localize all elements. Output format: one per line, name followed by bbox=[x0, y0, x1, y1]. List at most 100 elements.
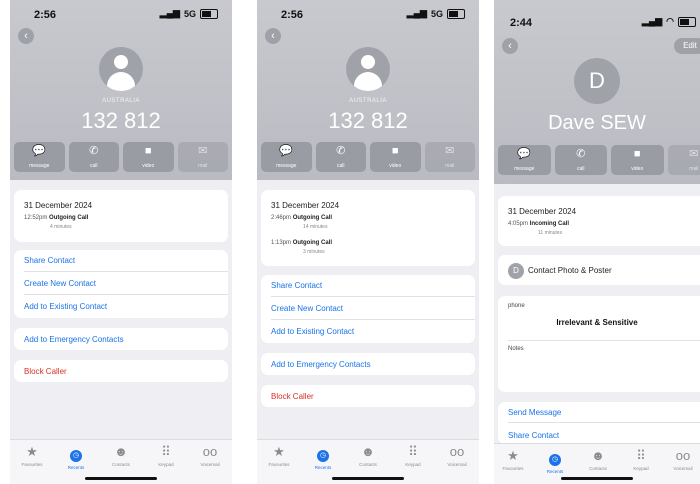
contact-header: 2:56 ▂▄▆ 5G ‹ AUSTRALIA 132 812 💬 message… bbox=[257, 0, 479, 180]
battery-icon bbox=[678, 16, 696, 27]
call-date: 31 December 2024 bbox=[271, 201, 340, 210]
tab-favourites[interactable]: ★ Favourites bbox=[15, 444, 49, 467]
block-card: Block Caller bbox=[14, 360, 228, 382]
tab-keypad[interactable]: ⠿ Keypad bbox=[149, 444, 183, 467]
message-button[interactable]: 💬 message bbox=[261, 142, 312, 172]
tab-keypad[interactable]: ⠿ Keypad bbox=[624, 448, 658, 471]
create-new-contact-button[interactable]: Create New Contact bbox=[24, 279, 222, 288]
emergency-card: Add to Emergency Contacts bbox=[14, 328, 228, 350]
star-icon: ★ bbox=[507, 448, 519, 463]
divider bbox=[508, 422, 700, 423]
block-caller-button[interactable]: Block Caller bbox=[271, 392, 469, 401]
add-to-existing-contact-button[interactable]: Add to Existing Contact bbox=[24, 302, 222, 311]
contact-header: 2:56 ▂▄▆ 5G ‹ AUSTRALIA 132 812 💬 message… bbox=[10, 0, 232, 180]
call-duration: 4 minutes bbox=[50, 224, 72, 230]
tab-voicemail[interactable]: oo Voicemail bbox=[666, 448, 700, 471]
send-message-button[interactable]: Send Message bbox=[508, 408, 700, 417]
create-new-contact-button[interactable]: Create New Contact bbox=[271, 304, 469, 313]
video-icon: ■ bbox=[633, 148, 641, 160]
status-bar-right: ▂▄▆ 5G bbox=[160, 8, 218, 19]
tab-contacts[interactable]: ☻ Contacts bbox=[581, 448, 615, 471]
call-history-card: 31 December 2024 2:46pm Outgoing Call 14… bbox=[261, 190, 475, 266]
notes-label: Notes bbox=[508, 346, 524, 352]
back-button[interactable]: ‹ bbox=[502, 38, 518, 54]
add-to-emergency-contacts-button[interactable]: Add to Emergency Contacts bbox=[271, 360, 469, 369]
contact-photo-poster-card[interactable]: D Contact Photo & Poster bbox=[498, 255, 700, 285]
divider bbox=[508, 340, 700, 341]
video-button[interactable]: ■ video bbox=[611, 145, 664, 175]
tab-contacts[interactable]: ☻ Contacts bbox=[104, 444, 138, 467]
emergency-card: Add to Emergency Contacts bbox=[261, 353, 475, 375]
contact-photo-poster-button[interactable]: D Contact Photo & Poster bbox=[508, 263, 700, 279]
divider bbox=[271, 296, 475, 297]
signal-icon: ▂▄▆ bbox=[406, 8, 427, 18]
edit-button[interactable]: Edit bbox=[674, 38, 700, 54]
video-icon: ■ bbox=[391, 145, 399, 157]
network-type: 5G bbox=[183, 8, 196, 19]
caller-number: 132 812 bbox=[81, 108, 161, 133]
contact-actions: 💬 message ✆ call ■ video ✉ mail bbox=[261, 142, 475, 172]
divider bbox=[24, 271, 228, 272]
divider bbox=[24, 294, 228, 295]
contact-options-card: Share Contact Create New Contact Add to … bbox=[261, 275, 475, 343]
clock-icon: ◷ bbox=[317, 450, 329, 462]
tab-bar: ★ Favourites ◷ Recents ☻ Contacts ⠿ Keypad o… bbox=[494, 443, 700, 484]
call-button[interactable]: ✆ call bbox=[68, 142, 119, 172]
contact-detail-screen: 2:44 ▂▄▆ ◠ ‹ Edit D Dave SEW 💬 message ✆ c… bbox=[494, 0, 700, 484]
avatar: D bbox=[508, 263, 524, 279]
share-contact-button[interactable]: Share Contact bbox=[24, 256, 222, 265]
caller-country: AUSTRALIA bbox=[349, 98, 387, 104]
chevron-left-icon: ‹ bbox=[508, 40, 512, 52]
tab-favourites[interactable]: ★ Favourites bbox=[496, 448, 530, 471]
back-button[interactable]: ‹ bbox=[265, 28, 281, 44]
status-time: 2:44 bbox=[510, 17, 533, 29]
divider bbox=[271, 319, 475, 320]
call-entry: 1:13pm Outgoing Call bbox=[271, 240, 333, 246]
chevron-left-icon: ‹ bbox=[24, 30, 28, 42]
add-to-existing-contact-button[interactable]: Add to Existing Contact bbox=[271, 327, 469, 336]
message-button[interactable]: 💬 message bbox=[14, 142, 65, 172]
signal-icon: ▂▄▆ bbox=[641, 16, 663, 26]
block-caller-button[interactable]: Block Caller bbox=[24, 367, 222, 376]
avatar: D bbox=[574, 58, 620, 104]
mail-icon: ✉ bbox=[198, 145, 208, 157]
share-contact-button[interactable]: Share Contact bbox=[508, 431, 700, 440]
tab-recents[interactable]: ◷ Recents bbox=[59, 444, 93, 470]
recents-detail-screen-1: 2:56 ▂▄▆ 5G ‹ AUSTRALIA 132 812 💬 message… bbox=[10, 0, 232, 484]
tab-voicemail[interactable]: oo Voicemail bbox=[193, 444, 227, 467]
back-button[interactable]: ‹ bbox=[18, 28, 34, 44]
contact-actions: 💬 message ✆ call ■ video ✉ mail bbox=[14, 142, 228, 172]
status-bar-right: ▂▄▆ ◠ bbox=[642, 16, 696, 27]
contact-info-card: phone Notes bbox=[498, 296, 700, 392]
chevron-left-icon: ‹ bbox=[271, 30, 275, 42]
person-icon: ☻ bbox=[361, 444, 375, 459]
mail-button[interactable]: ✉ mail bbox=[424, 142, 475, 172]
tab-recents[interactable]: ◷ Recents bbox=[538, 448, 572, 474]
caller-number: 132 812 bbox=[328, 108, 408, 133]
battery-icon bbox=[200, 8, 218, 19]
voicemail-icon: oo bbox=[675, 448, 691, 463]
tab-recents[interactable]: ◷ Recents bbox=[306, 444, 340, 470]
video-icon: ■ bbox=[144, 145, 152, 157]
tab-keypad[interactable]: ⠿ Keypad bbox=[396, 444, 430, 467]
tab-voicemail[interactable]: oo Voicemail bbox=[440, 444, 474, 467]
message-button[interactable]: 💬 message bbox=[498, 145, 551, 175]
add-to-emergency-contacts-button[interactable]: Add to Emergency Contacts bbox=[24, 335, 222, 344]
network-type: 5G bbox=[430, 8, 443, 19]
person-icon: ☻ bbox=[591, 448, 605, 463]
call-button[interactable]: ✆ call bbox=[315, 142, 366, 172]
call-button[interactable]: ✆ call bbox=[554, 145, 607, 175]
video-button[interactable]: ■ video bbox=[123, 142, 174, 172]
phone-icon: ✆ bbox=[89, 145, 99, 157]
mail-button[interactable]: ✉ mail bbox=[177, 142, 228, 172]
signal-icon: ▂▄▆ bbox=[159, 8, 180, 18]
mail-button[interactable]: ✉ mail bbox=[667, 145, 700, 175]
avatar bbox=[346, 47, 390, 91]
video-button[interactable]: ■ video bbox=[370, 142, 421, 172]
status-time: 2:56 bbox=[281, 9, 304, 21]
tab-favourites[interactable]: ★ Favourites bbox=[262, 444, 296, 467]
contact-options-card: Share Contact Create New Contact Add to … bbox=[14, 250, 228, 318]
tab-contacts[interactable]: ☻ Contacts bbox=[351, 444, 385, 467]
share-contact-button[interactable]: Share Contact bbox=[271, 281, 469, 290]
call-date: 31 December 2024 bbox=[24, 201, 93, 210]
